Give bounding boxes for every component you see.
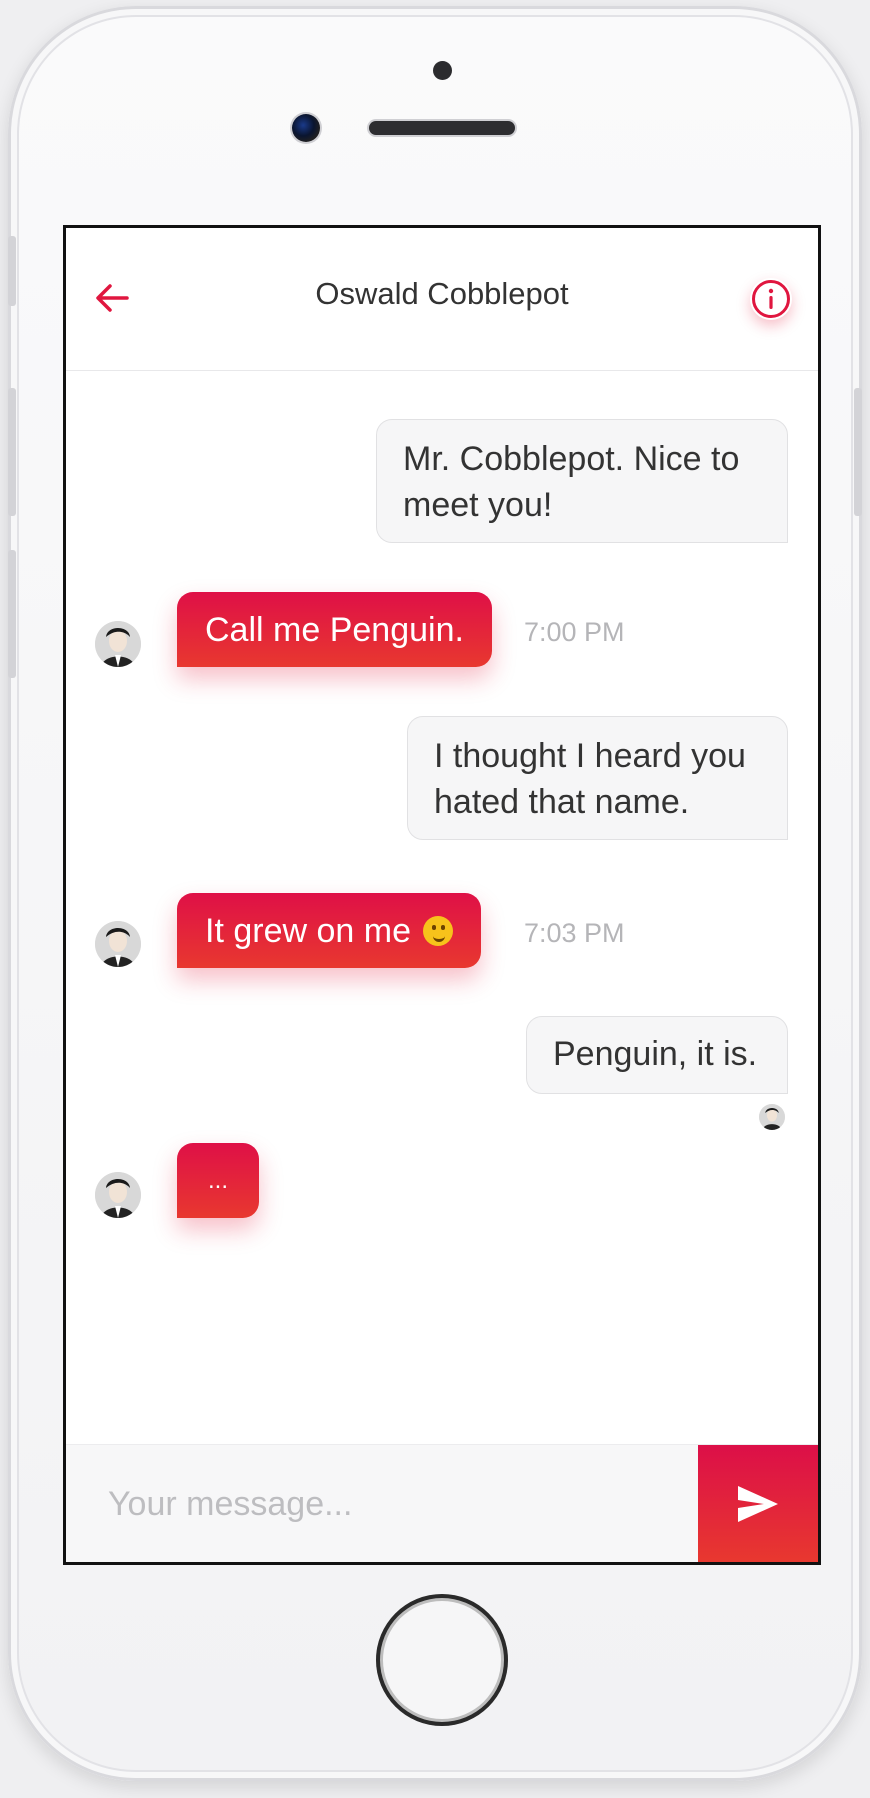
message-bubble-outgoing: I thought I heard you hated that name.	[407, 716, 788, 840]
volume-down-button	[8, 550, 16, 678]
message-timestamp: 7:00 PM	[524, 617, 625, 647]
typing-indicator: ...	[177, 1143, 259, 1218]
message-text: It grew on me	[205, 911, 411, 950]
volume-up-button	[8, 388, 16, 516]
message-timestamp: 7:03 PM	[524, 918, 625, 948]
proximity-sensor	[433, 61, 452, 80]
avatar	[95, 1172, 141, 1218]
message-bubble-incoming: It grew on me	[177, 893, 481, 968]
earpiece-speaker	[369, 121, 515, 135]
home-button[interactable]	[376, 1594, 508, 1726]
front-camera	[292, 114, 320, 142]
read-receipt-avatar	[759, 1104, 785, 1130]
message-bubble-outgoing: Mr. Cobblepot. Nice to meet you!	[376, 419, 788, 543]
mute-switch	[8, 236, 16, 306]
chat-screen: Oswald Cobblepot Mr. Cobblepot. Nice to …	[63, 225, 821, 1565]
send-button[interactable]	[698, 1445, 818, 1562]
info-icon	[752, 280, 790, 318]
page-title: Oswald Cobblepot	[315, 276, 569, 311]
send-icon	[738, 1485, 778, 1522]
info-button[interactable]	[750, 278, 792, 320]
phone-frame: Oswald Cobblepot Mr. Cobblepot. Nice to …	[8, 6, 862, 1781]
message-input[interactable]	[106, 1475, 670, 1533]
avatar	[95, 921, 141, 967]
message-bubble-incoming: Call me Penguin.	[177, 592, 492, 667]
winking-face-icon	[422, 915, 453, 946]
power-button	[854, 388, 862, 516]
message-bubble-outgoing: Penguin, it is.	[526, 1016, 788, 1094]
chat-header: Oswald Cobblepot	[66, 228, 818, 371]
message-composer	[66, 1444, 818, 1562]
avatar	[95, 621, 141, 667]
